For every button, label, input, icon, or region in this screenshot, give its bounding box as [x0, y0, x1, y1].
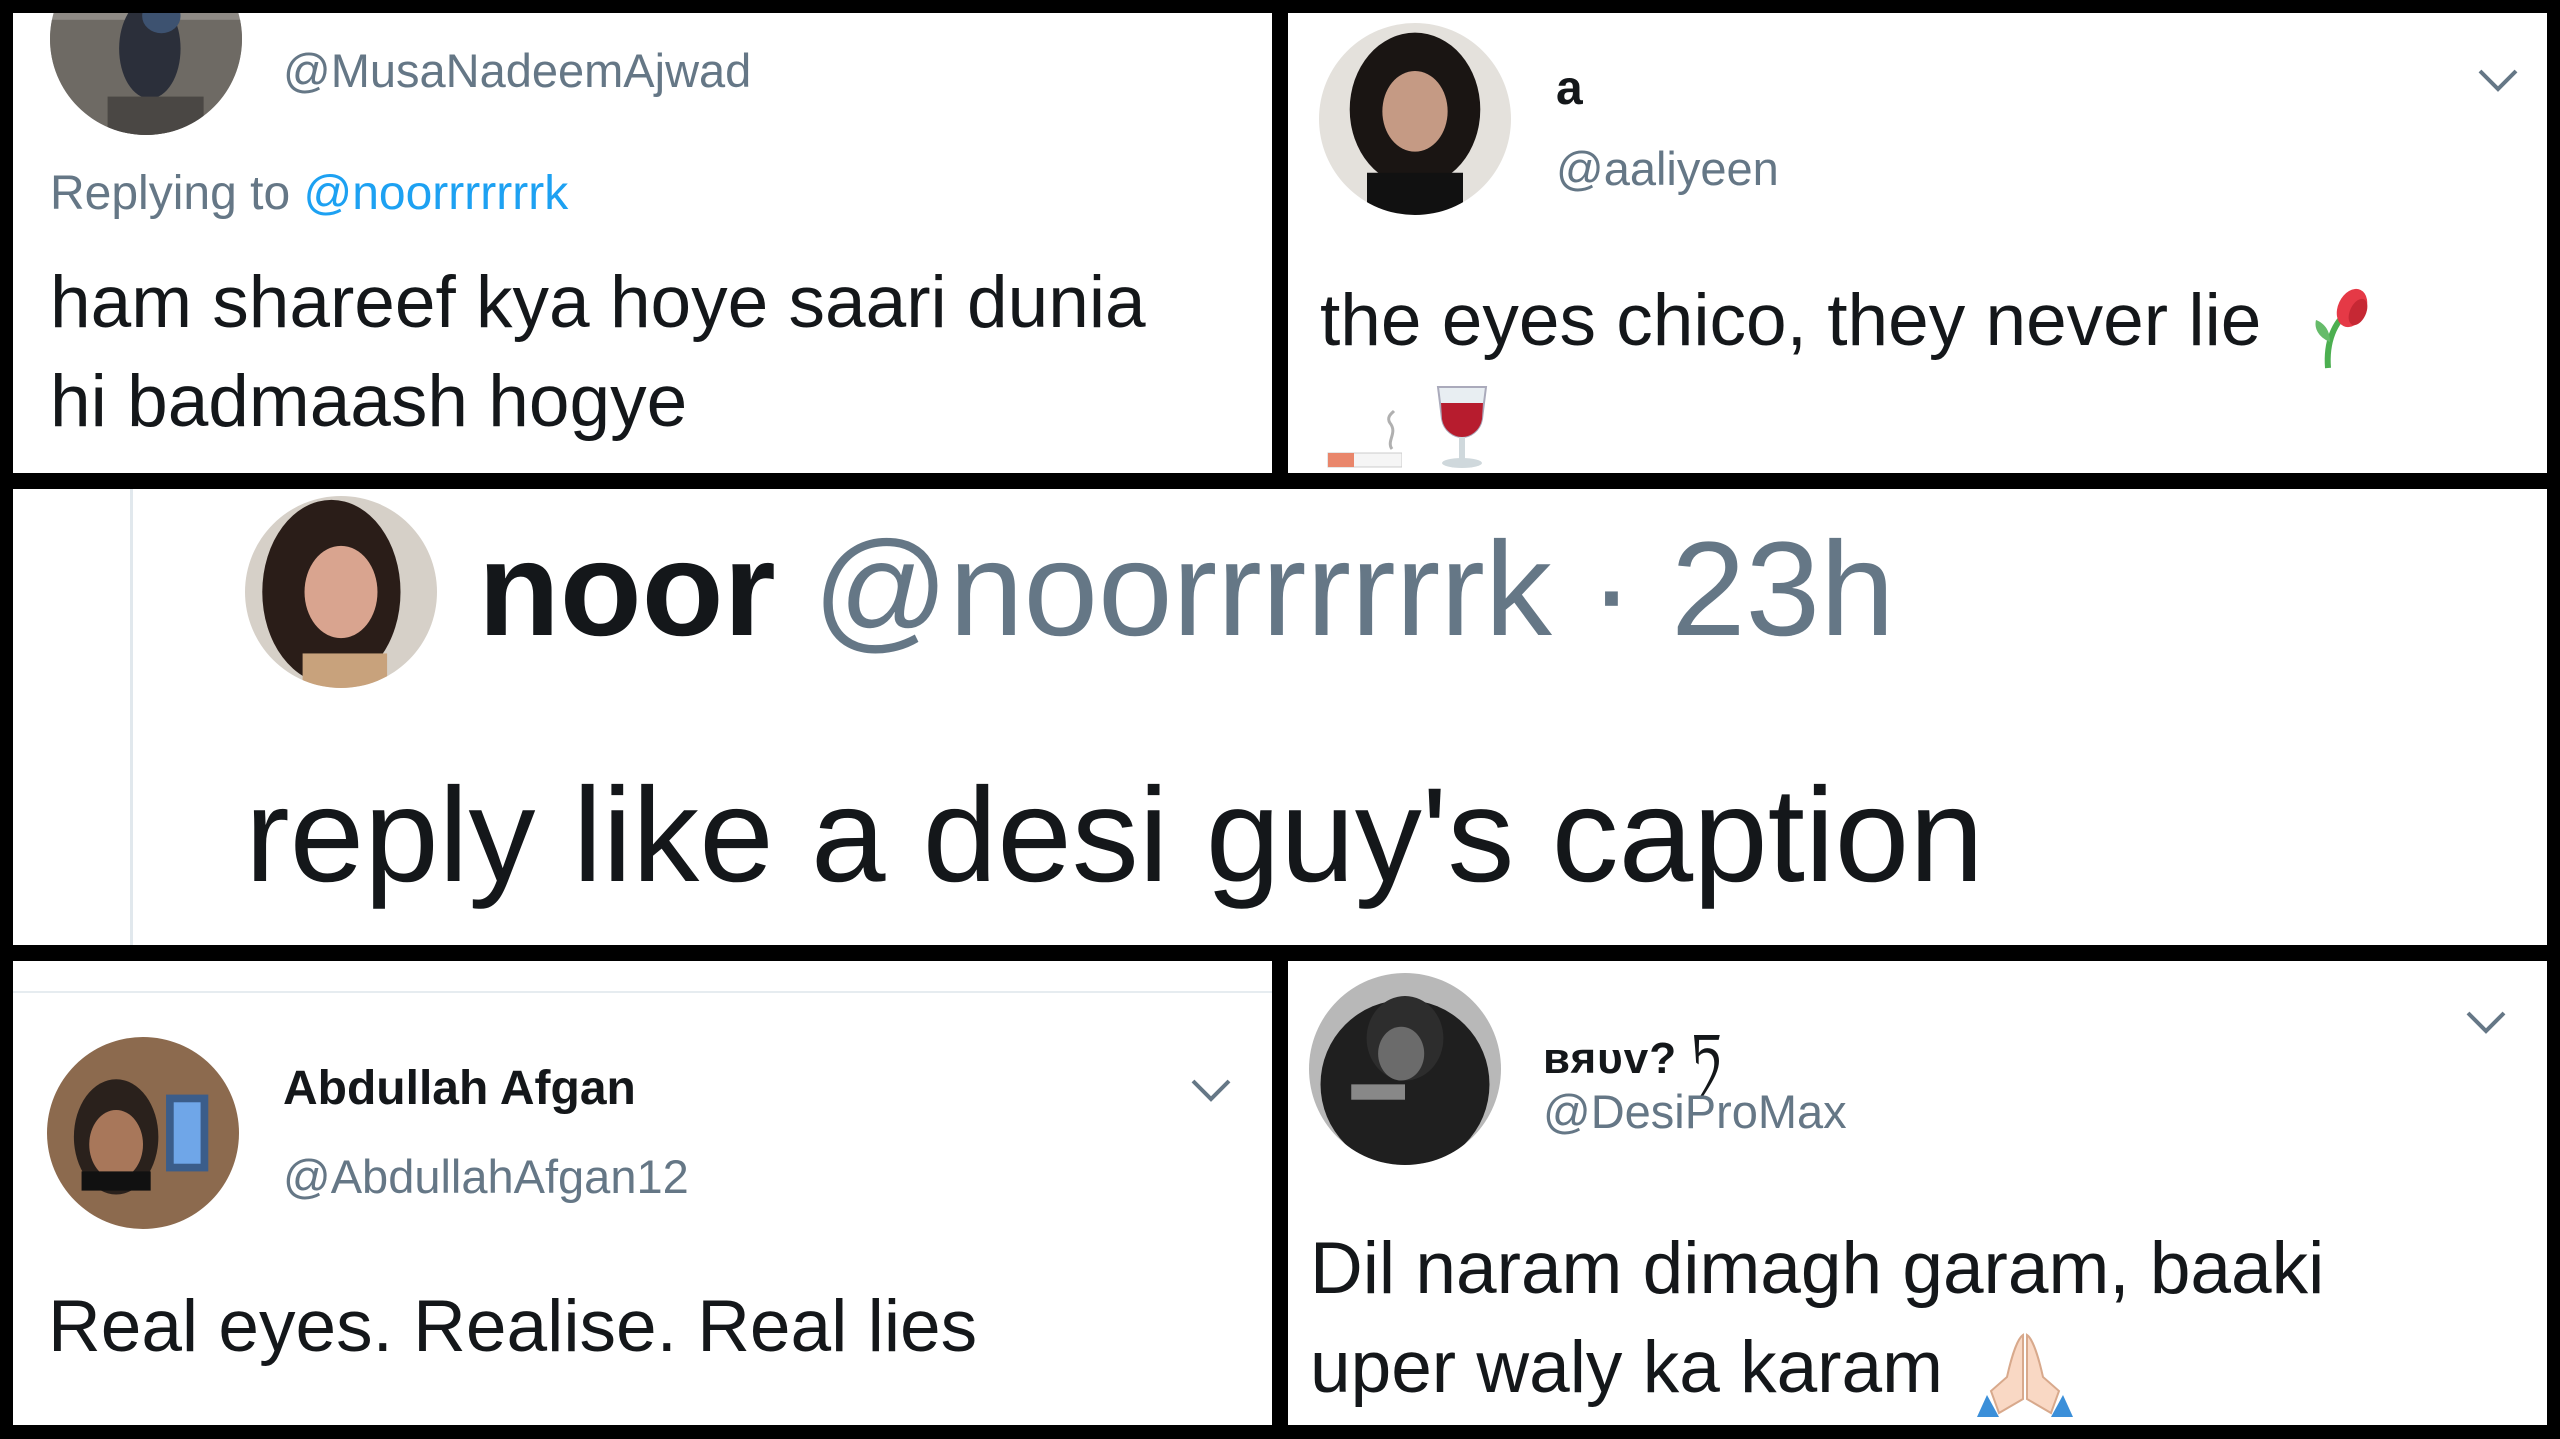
tweet-timestamp[interactable]: 23h — [1671, 515, 1895, 664]
tweet-text-line: the eyes chico, they never lie — [1320, 280, 2262, 361]
user-handle[interactable]: @MusaNadeemAjwad — [283, 43, 751, 98]
wilted-flower-icon — [2308, 282, 2370, 370]
tweet-text: Real eyes. Realise. Real lies — [48, 1286, 978, 1367]
folded-hands-icon — [1977, 1329, 2074, 1417]
divider — [13, 991, 1272, 993]
tweet-text-line: uper waly ka karam — [1310, 1327, 1943, 1408]
avatar[interactable] — [1309, 973, 1501, 1165]
user-handle[interactable]: @aaliyeen — [1556, 141, 1779, 196]
tweet-header: noor @noorrrrrrrk · 23h — [478, 505, 1895, 675]
avatar[interactable] — [245, 496, 437, 688]
tweet-text-line: Dil naram dimagh garam, baaki — [1310, 1228, 2325, 1309]
user-display-name-text: вяυv? — [1543, 1034, 1678, 1083]
avatar[interactable] — [1319, 23, 1511, 215]
separator-dot: · — [1589, 515, 1634, 664]
user-handle[interactable]: @AbdullahAfgan12 — [283, 1149, 689, 1204]
replying-to-handle-link[interactable]: @noorrrrrrrk — [303, 167, 568, 220]
tweet-text: Dil naram dimagh garam, baaki uper waly … — [1310, 1219, 2530, 1417]
tweet-reply-aaliyeen[interactable]: a @aaliyeen the eyes chico, they never l… — [1288, 13, 2547, 473]
tweet-text: ham shareef kya hoye saari dunia hi badm… — [50, 253, 1250, 451]
avatar[interactable] — [50, 13, 242, 135]
avatar[interactable] — [47, 1037, 239, 1229]
user-display-name[interactable]: noor — [478, 515, 776, 664]
tweet-reply-abdullahafgan12[interactable]: Abdullah Afgan @AbdullahAfgan12 Real eye… — [13, 961, 1272, 1425]
user-handle[interactable]: @DesiProMax — [1543, 1084, 1847, 1139]
user-handle[interactable]: @noorrrrrrrk — [813, 515, 1552, 664]
tweet-text: the eyes chico, they never lie — [1320, 271, 2520, 469]
wine-glass-icon — [1432, 381, 1492, 469]
tweet-text: reply like a desi guy's caption — [245, 761, 1984, 910]
user-display-name[interactable]: a — [1556, 61, 1583, 116]
replying-to-line: Replying to @noorrrrrrrk — [50, 166, 568, 221]
chevron-down-icon[interactable] — [2464, 1007, 2508, 1037]
chevron-down-icon[interactable] — [1189, 1075, 1233, 1105]
tweet-text-line: hi badmaash hogye — [50, 361, 688, 442]
name-glyph: ཏ — [1690, 1022, 1724, 1085]
replying-to-label: Replying to — [50, 167, 291, 220]
cigarette-icon — [1326, 395, 1403, 468]
original-tweet-quote[interactable]: noor @noorrrrrrrk · 23h reply like a des… — [13, 489, 2547, 945]
quote-border — [130, 489, 133, 945]
user-display-name[interactable]: Abdullah Afgan — [283, 1061, 636, 1116]
tweet-reply-desipromax[interactable]: вяυv? ཏ @DesiProMax Dil naram dimagh gar… — [1288, 961, 2547, 1425]
tweet-text-line: ham shareef kya hoye saari dunia — [50, 262, 1146, 343]
chevron-down-icon[interactable] — [2476, 65, 2520, 95]
tweet-reply-musanadeemajwad[interactable]: @MusaNadeemAjwad Replying to @noorrrrrrr… — [13, 13, 1272, 473]
